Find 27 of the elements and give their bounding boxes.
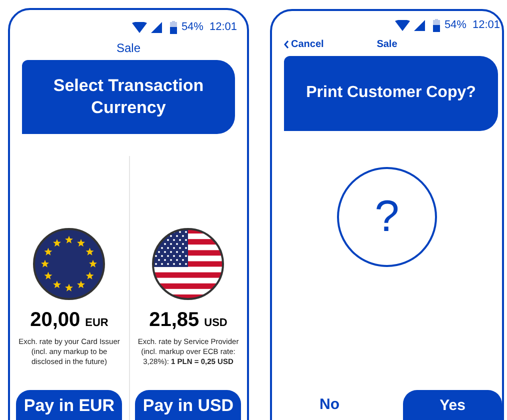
screen-title: Sale [376, 38, 398, 52]
question-mark: ? [374, 190, 400, 242]
signal-icon [414, 20, 426, 31]
clock-time: 12:01 [472, 18, 500, 33]
pay-button[interactable]: Pay in USD [135, 390, 242, 420]
yes-button[interactable]: Yes [403, 390, 502, 420]
banner-title: Select Transaction Currency [52, 74, 205, 118]
wifi-icon [132, 22, 148, 33]
battery-percent: 54% [444, 18, 466, 33]
currency-code: USD [204, 316, 228, 330]
battery-icon [433, 18, 440, 32]
cancel-link[interactable]: Cancel [284, 37, 324, 52]
amount-value: 21,85 [149, 308, 200, 332]
eu-flag-icon [33, 228, 106, 300]
us-flag-icon [152, 228, 224, 300]
banner-title: Print Customer Copy? [306, 83, 476, 103]
clock-time: 12:01 [209, 20, 237, 35]
signal-icon [151, 22, 162, 33]
battery-percent: 54% [181, 20, 204, 35]
battery-icon [170, 20, 178, 34]
screen-title: Sale [116, 40, 141, 56]
currency-code: EUR [85, 316, 108, 330]
no-button[interactable]: No [316, 394, 344, 416]
pay-button[interactable]: Pay in EUR [16, 390, 122, 420]
wifi-icon [395, 20, 410, 31]
chevron-left-icon [284, 40, 289, 49]
amount-value: 20,00 [30, 308, 80, 332]
